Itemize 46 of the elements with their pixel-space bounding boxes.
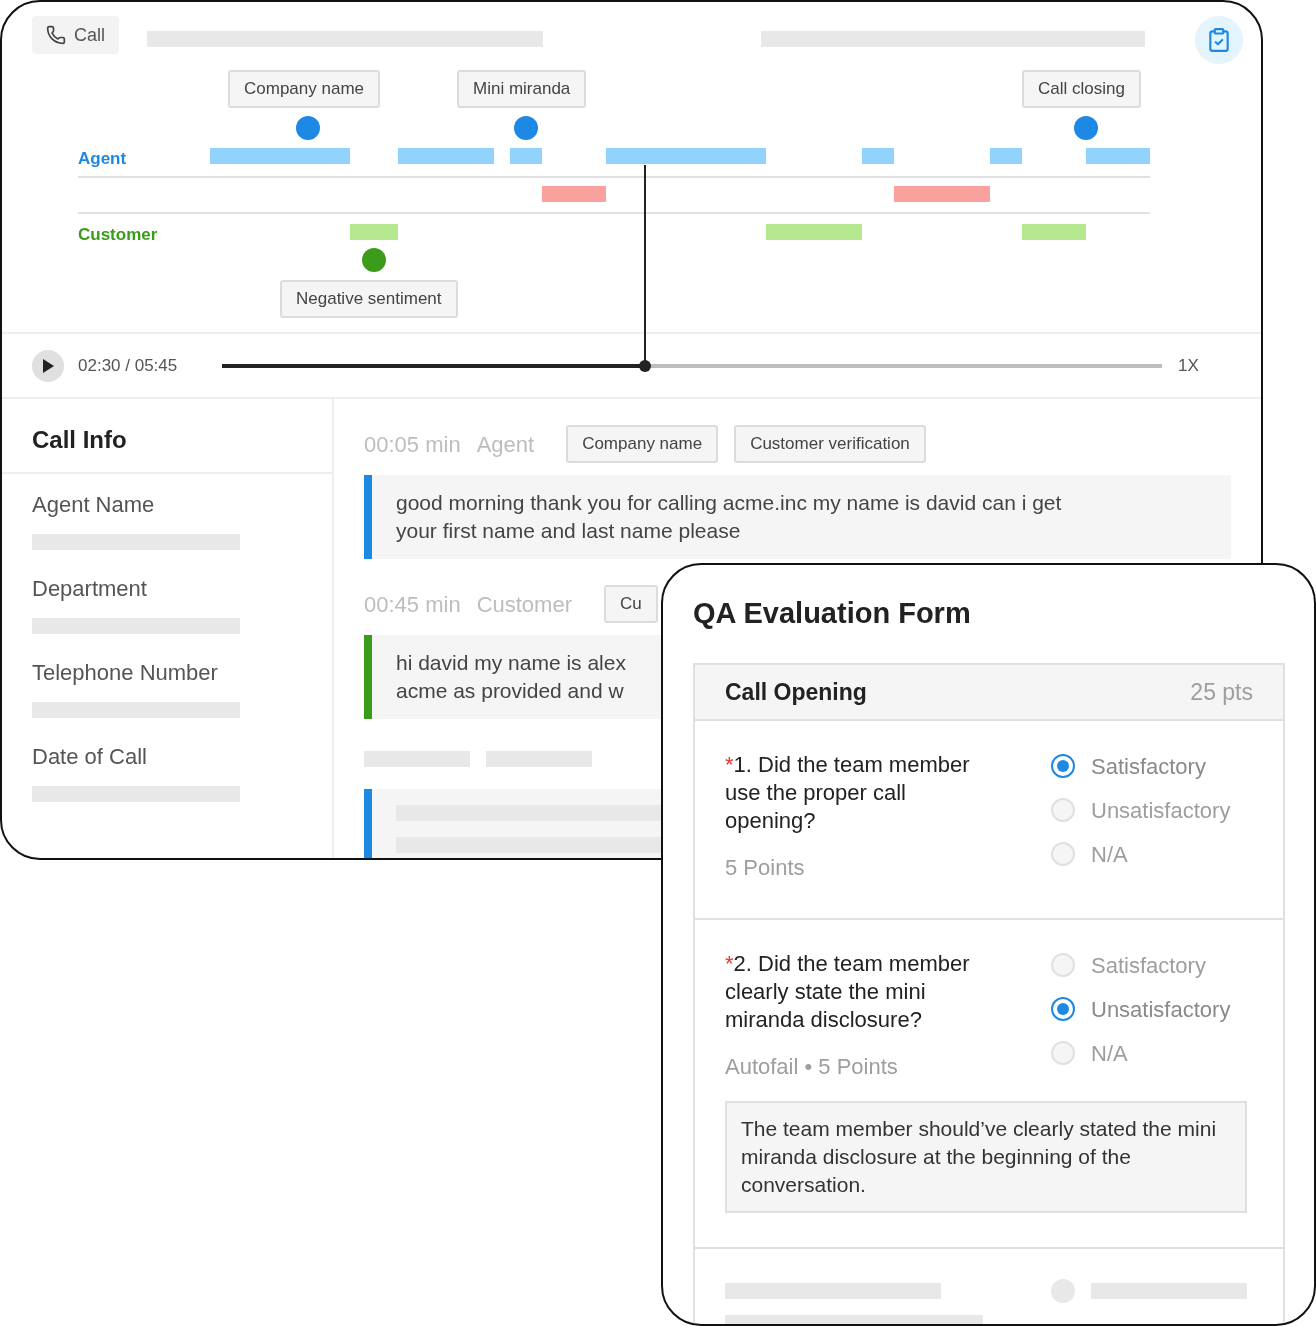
clipboard-check-icon xyxy=(1206,27,1232,53)
phone-icon xyxy=(46,25,66,45)
field-label: Agent Name xyxy=(32,491,156,519)
comment-box: The team member should’ve clearly stated the mini miranda disclosure at the beginning of the conversation. xyxy=(725,1101,1247,1213)
tag-chip[interactable]: Company name xyxy=(566,425,719,463)
tag-chip[interactable]: Call closing xyxy=(1022,70,1141,108)
question-text: *1. Did the team member use the proper call opening? xyxy=(725,751,971,835)
option-label: Satisfactory xyxy=(1091,752,1206,781)
speaker-label: Customer xyxy=(78,224,158,246)
message-text: hi david my name is alex acme as provided and w xyxy=(395,650,626,704)
section-name: Call Opening xyxy=(725,677,867,707)
field-label: Department xyxy=(32,575,148,603)
option-label: N/A xyxy=(1091,840,1128,869)
speaker-name: Agent xyxy=(476,430,535,459)
option-label: Unsatisfactory xyxy=(1091,995,1231,1024)
seek-thumb[interactable] xyxy=(639,359,651,372)
section-points: 25 pts xyxy=(1190,677,1253,707)
speaker-bar xyxy=(364,789,372,858)
timestamp: 00:45 min xyxy=(364,590,461,619)
playback-speed[interactable]: 1X xyxy=(1178,352,1199,379)
field-label: Date of Call xyxy=(32,743,148,771)
play-icon xyxy=(42,358,54,373)
message-text: good morning thank you for calling acme.inc my name is david can i get your first name and last name please xyxy=(395,490,1062,544)
call-button[interactable]: Call xyxy=(32,16,119,54)
form-title: QA Evaluation Form xyxy=(693,596,972,631)
section-title: Call Info xyxy=(32,425,127,455)
evaluation-button[interactable] xyxy=(1195,16,1243,64)
tag-chip[interactable]: Mini miranda xyxy=(457,70,587,108)
question-points: 5 Points xyxy=(725,854,806,882)
radio-button[interactable] xyxy=(1051,754,1075,778)
play-button[interactable] xyxy=(32,349,64,382)
option-label: Satisfactory xyxy=(1091,951,1206,980)
tag-chip[interactable]: Customer verification xyxy=(734,425,926,463)
playback-time: 02:30 / 05:45 xyxy=(78,354,179,377)
option-label: N/A xyxy=(1091,1039,1128,1068)
tag-chip[interactable]: Company name xyxy=(228,70,380,108)
field-label: Telephone Number xyxy=(32,659,219,687)
radio-button[interactable] xyxy=(1051,997,1075,1021)
speaker-name: Customer xyxy=(476,590,572,619)
question-points: Autofail • 5 Points xyxy=(725,1053,899,1081)
tag-chip[interactable]: Cu xyxy=(604,585,658,623)
question-text: *2. Did the team member clearly state the mini miranda disclosure? xyxy=(725,950,971,1034)
tag-chip[interactable]: Negative sentiment xyxy=(280,280,458,318)
option-label: Unsatisfactory xyxy=(1091,796,1231,825)
timestamp: 00:05 min xyxy=(364,430,461,459)
speaker-label: Agent xyxy=(78,148,127,170)
